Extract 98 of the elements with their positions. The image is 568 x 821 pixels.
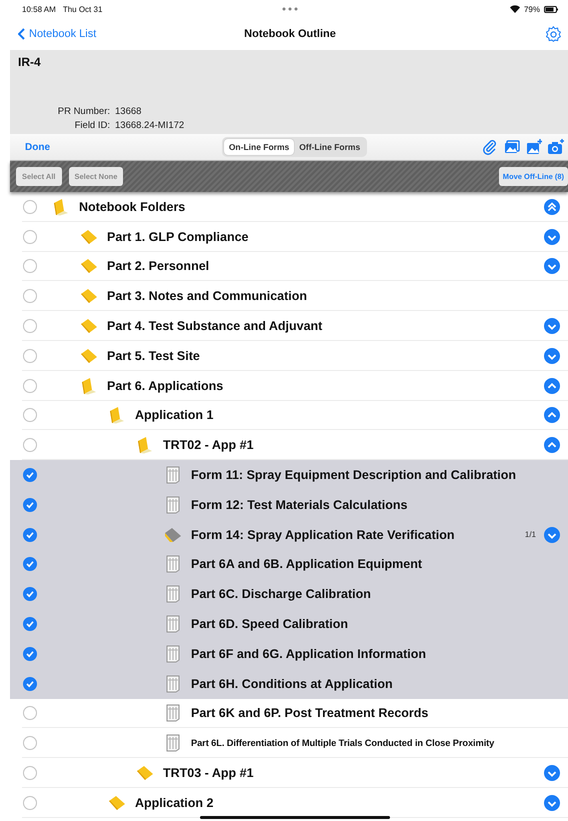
collapse-button[interactable] bbox=[544, 407, 560, 424]
form-icon bbox=[165, 466, 181, 484]
back-link[interactable]: Notebook List bbox=[18, 28, 244, 40]
camera-icon[interactable] bbox=[548, 139, 564, 155]
checkmark-icon bbox=[26, 680, 34, 688]
row-checkbox[interactable] bbox=[23, 230, 37, 244]
outline-item[interactable]: Part 6L. Differentiation of Multiple Trials Conducted in Close Proximity bbox=[191, 738, 560, 748]
collapse-button[interactable] bbox=[544, 437, 560, 454]
filled-form-icon bbox=[164, 526, 182, 543]
outline-item[interactable]: Part 4. Test Substance and Adjuvant bbox=[107, 319, 544, 334]
expand-button[interactable] bbox=[544, 258, 560, 274]
open-folder-icon bbox=[52, 198, 70, 216]
outline-item[interactable]: TRT03 - App #1 bbox=[163, 766, 544, 780]
field-label: Field ID: bbox=[74, 120, 110, 131]
collapse-all-button[interactable] bbox=[544, 198, 560, 215]
expand-button[interactable] bbox=[544, 228, 560, 245]
row-checkbox[interactable] bbox=[23, 348, 37, 363]
checkmark-icon bbox=[26, 471, 34, 480]
checkmark-icon bbox=[26, 590, 34, 598]
row-checkbox[interactable] bbox=[23, 736, 37, 750]
checkmark-icon bbox=[26, 650, 34, 658]
expand-button[interactable] bbox=[544, 318, 560, 334]
checkmark-icon bbox=[26, 530, 34, 539]
row-checkbox[interactable] bbox=[23, 289, 37, 304]
done-button[interactable]: Done bbox=[25, 142, 222, 152]
battery-icon bbox=[544, 6, 558, 12]
outline-item[interactable]: Part 5. Test Site bbox=[107, 348, 544, 363]
segment-tab[interactable]: On-Line Forms bbox=[224, 139, 294, 155]
field-value: 13668 bbox=[115, 106, 142, 117]
field-label: PR Number: bbox=[56, 106, 110, 117]
status-date: Thu Oct 31 bbox=[62, 4, 102, 14]
row-checkbox[interactable] bbox=[23, 259, 37, 274]
expand-button[interactable] bbox=[544, 794, 560, 811]
segment-tab[interactable]: Off-Line Forms bbox=[294, 139, 366, 155]
page-count: 1/1 bbox=[524, 530, 536, 540]
outline-item[interactable]: Part 3. Notes and Communication bbox=[107, 289, 544, 304]
field-value: 13668.24-MI172 bbox=[115, 120, 184, 131]
row-checkbox[interactable] bbox=[23, 617, 37, 632]
row-checkbox[interactable] bbox=[23, 319, 37, 334]
row-checkbox[interactable] bbox=[23, 796, 37, 810]
settings-icon[interactable] bbox=[545, 26, 562, 42]
outline-item[interactable]: Application 2 bbox=[135, 796, 544, 810]
outline-item[interactable]: Part 6K and 6P. Post Treatment Records bbox=[191, 706, 560, 720]
form-icon bbox=[165, 734, 181, 752]
outline-item[interactable]: Part 1. GLP Compliance bbox=[107, 230, 544, 244]
more-dots-icon bbox=[282, 7, 298, 11]
row-checkbox[interactable] bbox=[23, 468, 37, 482]
folder-icon bbox=[80, 228, 98, 245]
row-checkbox[interactable] bbox=[23, 378, 37, 393]
row-checkbox[interactable] bbox=[23, 200, 37, 214]
status-time: 10:58 AM bbox=[22, 4, 56, 14]
form-icon bbox=[165, 555, 181, 574]
form-icon bbox=[165, 585, 181, 604]
row-checkbox[interactable] bbox=[23, 408, 37, 422]
expand-button[interactable] bbox=[544, 526, 560, 543]
checkmark-icon bbox=[26, 620, 34, 628]
folder-icon bbox=[80, 258, 98, 274]
form-icon bbox=[165, 496, 181, 514]
gallery-icon[interactable] bbox=[504, 139, 520, 155]
folder-icon bbox=[80, 288, 98, 304]
chevron-left-icon bbox=[18, 28, 25, 40]
row-checkbox[interactable] bbox=[23, 706, 37, 720]
form-icon bbox=[165, 644, 181, 663]
row-checkbox[interactable] bbox=[23, 528, 37, 542]
open-folder-icon bbox=[80, 376, 98, 395]
wifi-icon bbox=[510, 5, 520, 13]
row-checkbox[interactable] bbox=[23, 676, 37, 691]
open-folder-icon bbox=[136, 436, 154, 454]
outline-item[interactable]: Form 14: Spray Application Rate Verification bbox=[191, 528, 525, 542]
row-checkbox[interactable] bbox=[23, 498, 37, 512]
folder-icon bbox=[108, 794, 126, 811]
folder-icon bbox=[80, 318, 98, 334]
row-checkbox[interactable] bbox=[23, 587, 37, 602]
paperclip-icon[interactable] bbox=[482, 139, 498, 155]
checkmark-icon bbox=[26, 500, 34, 509]
screen-title: Notebook Outline bbox=[244, 28, 336, 40]
form-icon bbox=[165, 615, 181, 634]
folder-icon bbox=[80, 348, 98, 364]
notebook-title: IR-4 bbox=[18, 55, 42, 69]
row-checkbox[interactable] bbox=[23, 438, 37, 452]
row-checkbox[interactable] bbox=[23, 557, 37, 572]
form-icon bbox=[165, 674, 181, 693]
row-checkbox[interactable] bbox=[23, 766, 37, 780]
outline-item[interactable]: Part 6. Applications bbox=[107, 378, 544, 393]
add-image-icon[interactable] bbox=[526, 139, 542, 155]
folder-icon bbox=[136, 765, 154, 782]
outline-item[interactable]: Application 1 bbox=[135, 408, 544, 422]
outline-item[interactable]: Part 2. Personnel bbox=[107, 259, 544, 274]
outline-item[interactable]: TRT02 - App #1 bbox=[163, 438, 544, 452]
row-checkbox[interactable] bbox=[23, 646, 37, 661]
form-icon bbox=[165, 704, 181, 722]
expand-button[interactable] bbox=[544, 765, 560, 782]
outline-item[interactable]: Notebook Folders bbox=[79, 200, 544, 214]
battery-percent: 79% bbox=[524, 4, 540, 14]
checkmark-icon bbox=[26, 560, 34, 568]
collapse-button[interactable] bbox=[544, 378, 560, 394]
open-folder-icon bbox=[108, 406, 126, 424]
expand-button[interactable] bbox=[544, 348, 560, 364]
